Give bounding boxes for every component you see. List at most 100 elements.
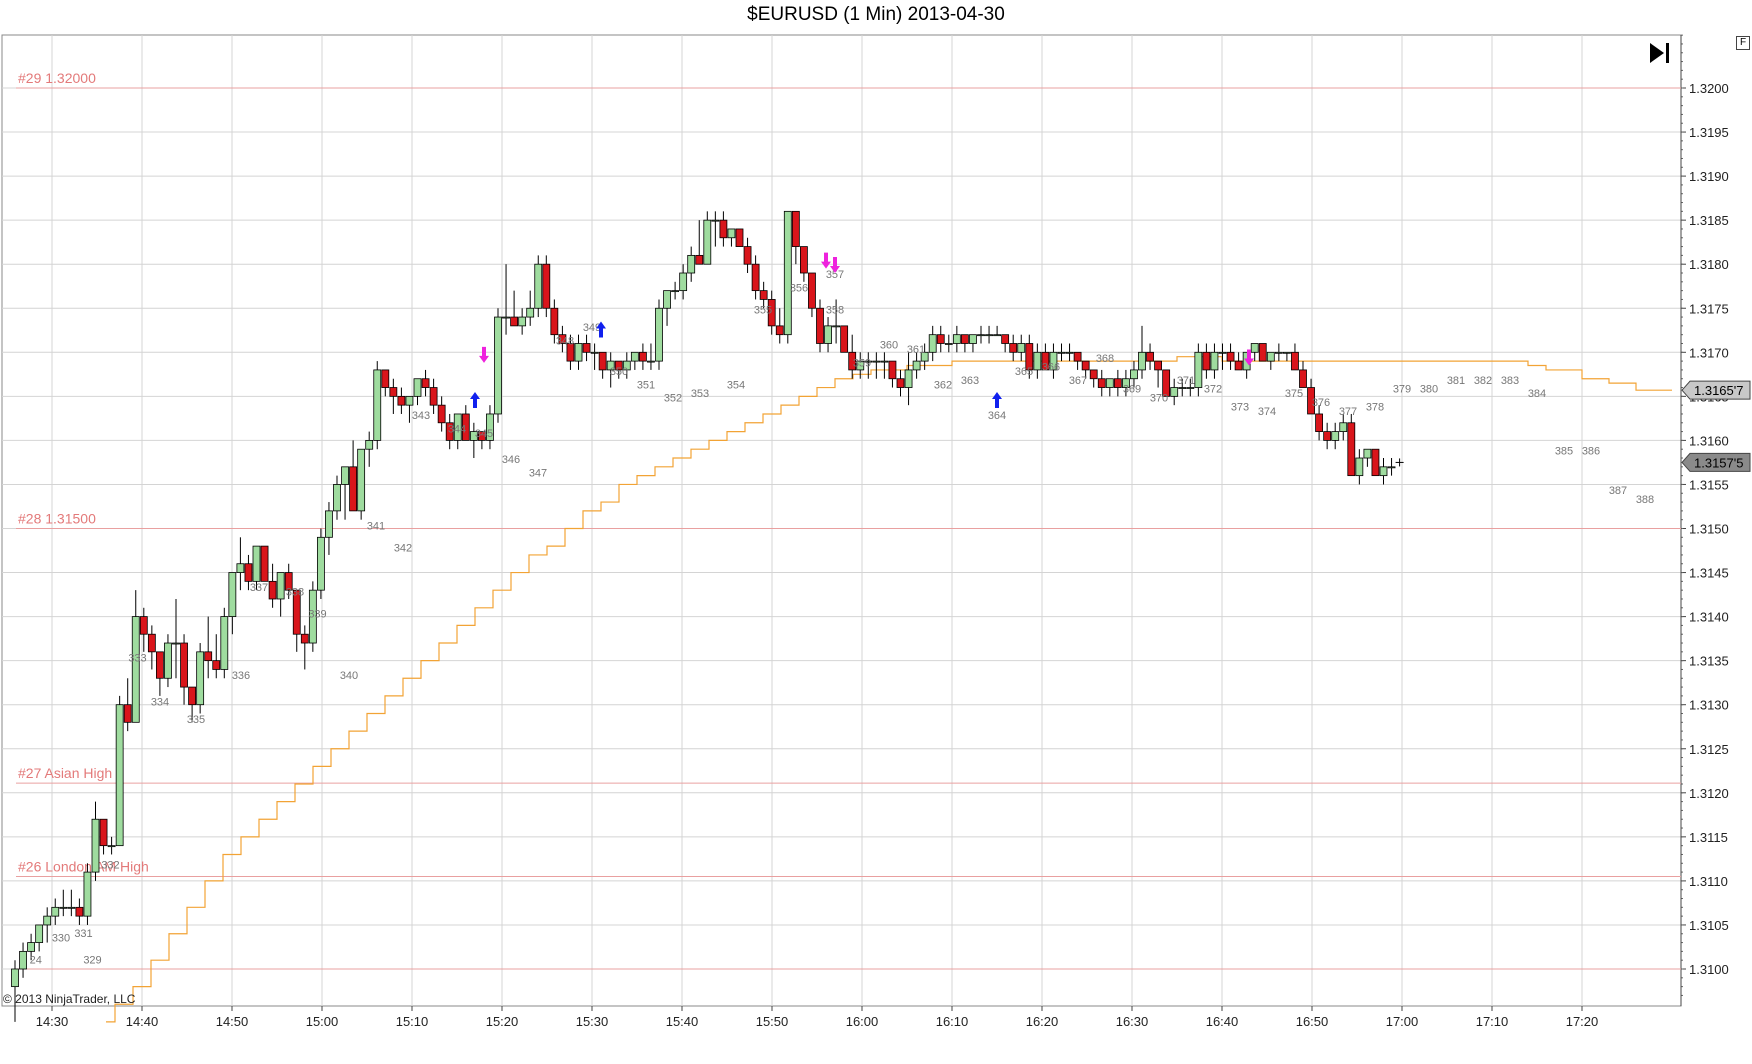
candle-body	[1001, 334, 1010, 344]
candle-body	[759, 290, 768, 300]
bar-number-label: 348	[556, 335, 574, 347]
candle-body	[188, 686, 197, 706]
candle-body	[91, 818, 100, 873]
candle-body	[164, 642, 172, 679]
candle-body	[872, 360, 881, 363]
candle-body	[147, 633, 156, 653]
candle-body	[1113, 378, 1122, 388]
x-tick-label: 16:10	[936, 1014, 969, 1029]
candle-body	[904, 369, 913, 388]
bar-number-label: 371	[1177, 375, 1195, 387]
candle-body	[349, 466, 358, 512]
price-chart[interactable]: 14:30 14:40 14:50 15:00 15:10 15:20 15:30 15:40…	[0, 0, 1752, 1064]
candle-body	[663, 290, 671, 309]
candle-body	[1009, 343, 1018, 353]
signal-up-arrow	[470, 391, 480, 408]
candle-body	[703, 219, 712, 265]
level-label: #28 1.31500	[18, 511, 96, 527]
candle-body	[977, 334, 985, 337]
candle-body	[381, 369, 390, 388]
candle-body	[1097, 378, 1106, 388]
bar-number-label: 384	[1528, 388, 1546, 400]
candle-body	[743, 246, 752, 265]
price-badge-label: 1.3165'7	[1694, 383, 1743, 398]
candle-body	[896, 378, 905, 388]
candle-body	[783, 210, 792, 336]
bar-number-label: 378	[1366, 401, 1384, 413]
candle-body	[630, 351, 639, 362]
y-tick-label: 1.3105	[1689, 918, 1729, 933]
bar-number-label: 361	[907, 344, 925, 356]
bar-number-label: 387	[1609, 485, 1627, 497]
candle-body	[1387, 466, 1396, 469]
y-tick-label: 1.3180	[1689, 257, 1729, 272]
candle-body	[35, 924, 44, 943]
candle-body	[59, 906, 68, 909]
candle-body	[695, 254, 704, 265]
f-button[interactable]: F	[1736, 36, 1750, 50]
x-tick-label: 16:20	[1026, 1014, 1059, 1029]
bar-number-label: 334	[151, 696, 169, 708]
candle-body	[204, 651, 213, 662]
level-label: #27 Asian High	[18, 765, 112, 781]
y-tick-label: 1.3130	[1689, 698, 1729, 713]
bar-number-label: 345	[475, 428, 493, 440]
candle-body	[43, 915, 52, 926]
candle-body	[719, 219, 728, 239]
candle-body	[389, 387, 398, 397]
vwap-line	[106, 356, 1672, 1023]
candle-body	[1194, 351, 1203, 388]
bar-number-label: 368	[1096, 353, 1114, 365]
candle-body	[325, 510, 333, 538]
copyright-text: © 2013 NinjaTrader, LLC	[3, 992, 136, 1006]
candle-body	[1355, 457, 1364, 477]
signal-down-arrow	[479, 346, 489, 363]
candle-body	[1363, 448, 1372, 459]
candle-body	[1033, 351, 1042, 371]
y-tick-label: 1.3170	[1689, 345, 1729, 360]
candle-body	[518, 316, 527, 327]
bar-number-label: 359	[853, 357, 871, 369]
candle-body	[1202, 351, 1211, 371]
skip-to-end-icon[interactable]	[1648, 41, 1672, 65]
candle-body	[413, 378, 422, 397]
bar-number-label: 337	[250, 582, 268, 594]
x-tick-label: 15:30	[576, 1014, 609, 1029]
bar-number-label: 354	[727, 379, 745, 391]
candle-body	[11, 968, 19, 988]
candle-body	[880, 360, 889, 363]
bar-number-label: 332	[101, 859, 119, 871]
x-tick-label: 15:20	[486, 1014, 519, 1029]
signal-up-arrow	[992, 391, 1002, 408]
x-tick-label: 14:50	[216, 1014, 249, 1029]
bar-number-label: 376	[1312, 397, 1330, 409]
candle-body	[944, 343, 953, 345]
candle-body	[1138, 351, 1146, 371]
y-tick-label: 1.3150	[1689, 522, 1729, 537]
candle-body	[542, 263, 551, 309]
y-tick-label: 1.3160	[1689, 433, 1729, 448]
bar-number-label: 379	[1393, 384, 1411, 396]
candle-body	[123, 704, 132, 723]
candle-body	[1315, 413, 1323, 432]
candle-body	[1323, 431, 1332, 441]
candle-body	[550, 307, 559, 336]
candle-body	[99, 818, 108, 847]
candle-body	[1057, 351, 1066, 354]
x-tick-label: 14:30	[36, 1014, 69, 1029]
candle-body	[341, 466, 349, 485]
y-tick-label: 1.3135	[1689, 654, 1729, 669]
candle-body	[212, 660, 221, 670]
candle-body	[808, 272, 816, 309]
candle-body	[236, 563, 245, 573]
bar-number-label: 343	[412, 410, 430, 422]
candle-body	[196, 651, 205, 706]
bar-number-label: 374	[1258, 406, 1276, 418]
x-tick-label: 16:40	[1206, 1014, 1239, 1029]
bar-number-label: 366	[1042, 362, 1060, 374]
y-tick-label: 1.3120	[1689, 786, 1729, 801]
x-tick-label: 15:40	[666, 1014, 699, 1029]
candle-body	[969, 334, 977, 344]
x-tick-label: 14:40	[126, 1014, 159, 1029]
bar-number-label: 331	[74, 928, 92, 940]
